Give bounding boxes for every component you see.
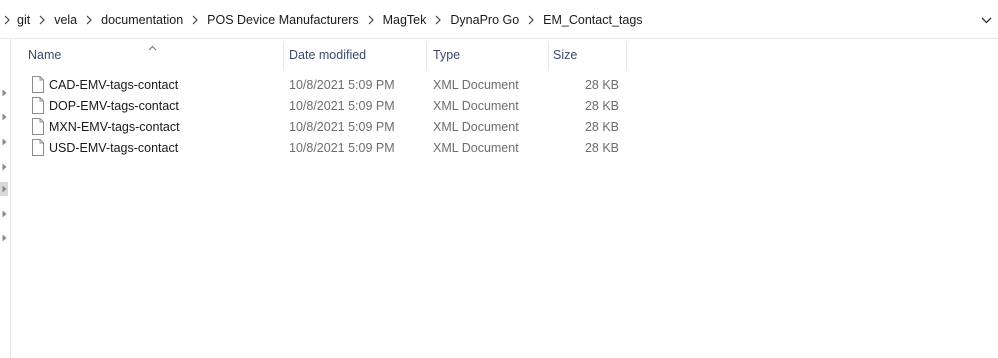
navigation-pane (0, 39, 11, 358)
file-icon (31, 118, 45, 135)
expand-arrow-icon[interactable] (0, 112, 8, 122)
breadcrumb-item-magtek[interactable]: MagTek (380, 13, 430, 27)
chevron-right-icon[interactable] (362, 11, 380, 29)
file-row[interactable]: CAD-EMV-tags-contact 10/8/2021 5:09 PM X… (11, 74, 627, 95)
file-type: XML Document (433, 77, 519, 92)
expand-arrow-icon[interactable] (0, 137, 8, 147)
column-header-type[interactable]: Type (433, 39, 460, 71)
file-size: 28 KB (584, 98, 619, 113)
expand-arrow-icon[interactable] (0, 233, 8, 243)
chevron-right-icon[interactable] (186, 11, 204, 29)
column-header-name[interactable]: Name (28, 39, 61, 71)
chevron-right-icon[interactable] (80, 11, 98, 29)
column-divider[interactable] (626, 42, 627, 70)
chevron-right-icon[interactable] (522, 11, 540, 29)
file-row[interactable]: MXN-EMV-tags-contact 10/8/2021 5:09 PM X… (11, 116, 627, 137)
file-name: MXN-EMV-tags-contact (49, 119, 180, 134)
breadcrumb-item-vela[interactable]: vela (51, 13, 80, 27)
breadcrumb-item-documentation[interactable]: documentation (98, 13, 186, 27)
file-icon (31, 139, 45, 156)
column-divider[interactable] (548, 42, 549, 70)
file-row[interactable]: USD-EMV-tags-contact 10/8/2021 5:09 PM X… (11, 137, 627, 158)
chevron-down-icon[interactable] (977, 11, 995, 29)
chevron-right-icon[interactable] (429, 11, 447, 29)
file-date-modified: 10/8/2021 5:09 PM (289, 98, 395, 113)
file-row[interactable]: DOP-EMV-tags-contact 10/8/2021 5:09 PM X… (11, 95, 627, 116)
breadcrumb: git vela documentation POS Device Manufa… (0, 11, 646, 29)
column-header-size[interactable]: Size (553, 39, 577, 71)
expand-arrow-icon[interactable] (0, 182, 8, 196)
file-name: USD-EMV-tags-contact (49, 140, 179, 155)
file-icon (31, 97, 45, 114)
breadcrumb-item-git[interactable]: git (14, 13, 33, 27)
file-type: XML Document (433, 119, 519, 134)
expand-arrow-icon[interactable] (0, 209, 8, 219)
column-header-date-modified[interactable]: Date modified (289, 39, 366, 71)
breadcrumb-root-chevron-icon[interactable] (0, 11, 14, 29)
sort-ascending-icon (148, 40, 157, 54)
chevron-right-icon[interactable] (33, 11, 51, 29)
breadcrumb-item-pos-device-manufacturers[interactable]: POS Device Manufacturers (204, 13, 361, 27)
file-type: XML Document (433, 98, 519, 113)
file-size: 28 KB (584, 77, 619, 92)
file-date-modified: 10/8/2021 5:09 PM (289, 77, 395, 92)
expand-arrow-icon[interactable] (0, 88, 8, 98)
breadcrumb-item-em-contact-tags[interactable]: EM_Contact_tags (540, 13, 645, 27)
file-icon (31, 76, 45, 93)
file-type: XML Document (433, 140, 519, 155)
column-divider[interactable] (426, 42, 427, 70)
file-date-modified: 10/8/2021 5:09 PM (289, 119, 395, 134)
expand-arrow-icon[interactable] (0, 162, 8, 172)
file-name: DOP-EMV-tags-contact (49, 98, 179, 113)
breadcrumb-item-dynapro-go[interactable]: DynaPro Go (447, 13, 522, 27)
column-divider[interactable] (283, 42, 284, 70)
file-size: 28 KB (584, 140, 619, 155)
file-date-modified: 10/8/2021 5:09 PM (289, 140, 395, 155)
file-name: CAD-EMV-tags-contact (49, 77, 179, 92)
file-size: 28 KB (584, 119, 619, 134)
address-bar[interactable]: git vela documentation POS Device Manufa… (0, 0, 998, 39)
column-headers: Name Date modified Type Size (11, 39, 711, 71)
